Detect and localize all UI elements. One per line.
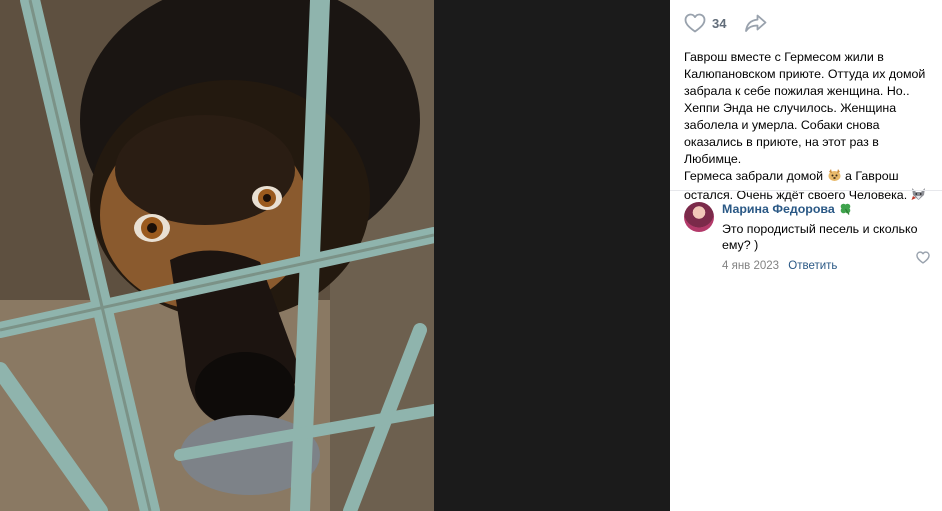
- comment-like-button[interactable]: [916, 251, 930, 269]
- share-arrow-icon: [745, 14, 767, 32]
- like-count: 34: [712, 15, 727, 31]
- heart-icon: [916, 251, 930, 264]
- comment-meta: 4 янв 2023 Ответить: [722, 259, 928, 274]
- viewer-background: [434, 0, 670, 511]
- reply-button[interactable]: Ответить: [788, 260, 837, 272]
- like-button[interactable]: 34: [684, 13, 726, 33]
- comment-body: Марина Федорова Это породистый песель и …: [722, 200, 928, 274]
- heart-icon: [684, 13, 706, 33]
- clover-emoji-icon: [839, 202, 852, 220]
- comment-author[interactable]: Марина Федорова: [722, 202, 835, 216]
- post-actions: 34: [684, 10, 768, 36]
- avatar[interactable]: [684, 202, 714, 232]
- share-button[interactable]: [744, 13, 768, 33]
- dog-emoji-icon: [827, 168, 842, 187]
- comment-text: Это породистый песель и сколько ему? ): [722, 222, 918, 252]
- comment-header: Марина Федорова: [722, 200, 928, 220]
- comment-date[interactable]: 4 янв 2023: [722, 260, 779, 272]
- post-text-part: Гермеса забрали домой: [684, 169, 824, 183]
- divider: [670, 190, 942, 191]
- post-text-paragraph: Гаврош вместе с Гермесом жили в Калюпано…: [684, 50, 926, 166]
- post-text: Гаврош вместе с Гермесом жили в Калюпано…: [684, 49, 930, 206]
- post-photo[interactable]: [0, 0, 434, 511]
- dog-photo-illustration: [0, 0, 434, 511]
- post-side-panel: 34 Гаврош вместе с Гермесом жили в Калюп…: [670, 0, 942, 511]
- photo-viewer: [0, 0, 670, 511]
